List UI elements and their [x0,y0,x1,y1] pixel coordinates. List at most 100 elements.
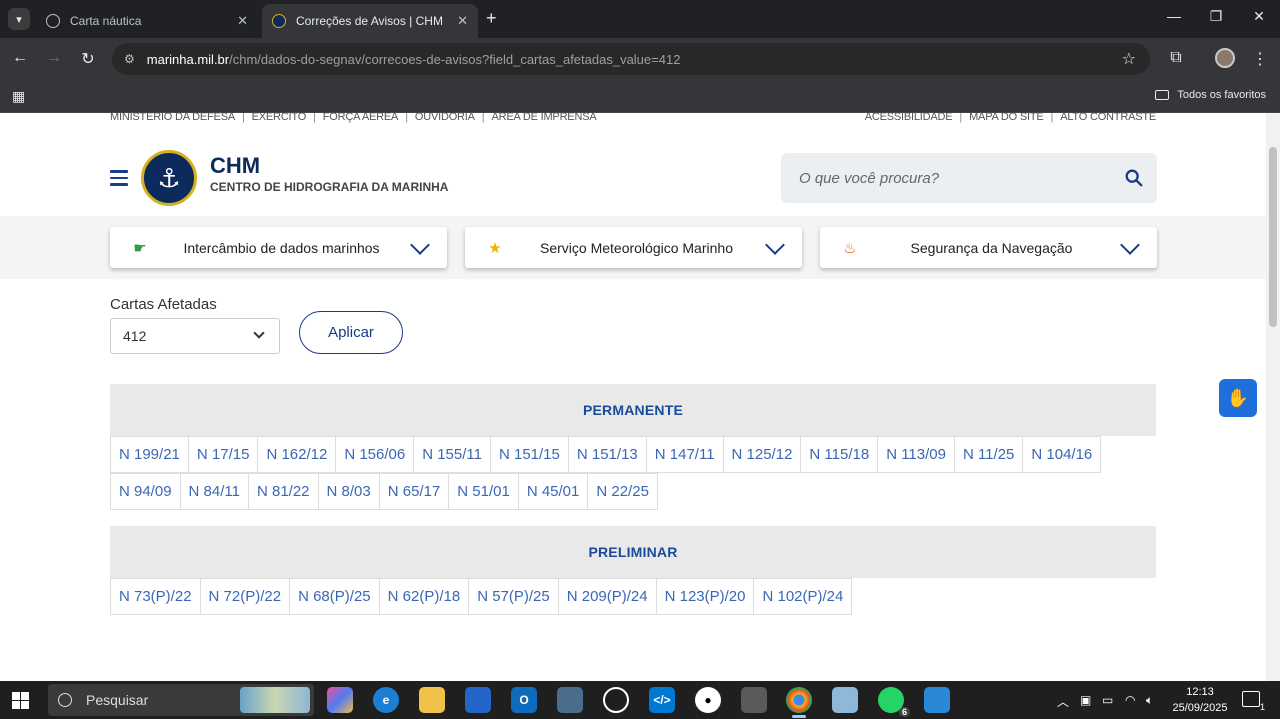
aviso-permanente-link[interactable]: N 94/09 [110,473,181,510]
taskbar-search[interactable]: Pesquisar [48,684,314,716]
gov-links: MINISTÉRIO DA DEFESA | EXÉRCITO | FORÇA AÉRE… [110,113,597,123]
extensions-icon[interactable]: ⧉ [1166,49,1186,67]
volume-icon[interactable]: 🔈︎ [1146,693,1153,708]
aviso-permanente-link[interactable]: N 22/25 [587,473,658,510]
aviso-preliminar-link[interactable]: N 68(P)/25 [289,578,380,615]
aviso-permanente-link[interactable]: N 11/25 [953,436,1024,473]
restore-icon[interactable]: ❐ [1206,8,1226,25]
aviso-permanente-link[interactable]: N 113/09 [877,436,955,473]
link-alto-contraste[interactable]: ALTO CONTRASTE [1060,113,1156,123]
scrollbar-thumb[interactable] [1269,147,1277,327]
windows-start-icon[interactable] [12,692,29,709]
aviso-permanente-link[interactable]: N 81/22 [247,473,319,510]
github-icon[interactable]: ● [695,687,721,713]
sign-language-accessibility-icon[interactable]: ✋ [1219,379,1257,417]
chm-logo-icon[interactable]: ⚓ [141,150,197,206]
nav-servico-meteorologico[interactable]: ★ Serviço Meteorológico Marinho [465,227,802,268]
link-ministerio[interactable]: MINISTÉRIO DA DEFESA [110,113,235,123]
reload-icon[interactable]: ↻ [78,49,98,69]
aviso-preliminar-link[interactable]: N 57(P)/25 [468,578,559,615]
aviso-permanente-link[interactable]: N 162/12 [257,436,337,473]
link-mapa-site[interactable]: MAPA DO SITE [969,113,1044,123]
chatgpt-icon[interactable] [603,687,629,713]
address-bar[interactable]: ⚙ marinha.mil.br/chm/dados-do-segnav/cor… [112,43,1150,75]
all-bookmarks-button[interactable]: Todos os favoritos [1155,89,1266,101]
link-forca-aerea[interactable]: FORÇA AÉREA [323,113,399,123]
clock[interactable]: 12:13 25/09/2025 [1168,684,1232,716]
page-scrollbar[interactable] [1266,113,1280,681]
minimize-icon[interactable]: — [1164,8,1184,24]
aviso-preliminar-link[interactable]: N 123(P)/20 [655,578,755,615]
calculator-icon[interactable] [557,687,583,713]
copilot-icon[interactable] [327,687,353,713]
aviso-permanente-link[interactable]: N 115/18 [800,436,879,473]
tab-correcoes-avisos[interactable]: Correções de Avisos | CHM ✕ [262,4,478,38]
link-acessibilidade[interactable]: ACESSIBILIDADE [865,113,953,123]
aviso-permanente-link[interactable]: N 155/11 [413,436,491,473]
menu-kebab-icon[interactable]: ⋮ [1250,49,1270,69]
notification-icon[interactable]: 1 [1242,691,1265,712]
site-search-input[interactable]: O que você procura? [781,153,1157,203]
aviso-permanente-link[interactable]: N 45/01 [517,473,589,510]
browser-tab-strip: ▾ Carta náutica ✕ Correções de Avisos | … [0,0,1280,38]
link-exercito[interactable]: EXÉRCITO [252,113,307,123]
nav-seguranca-navegacao[interactable]: ♨ Segurança da Navegação [820,227,1157,268]
wifi-icon[interactable]: ◠ [1125,693,1135,707]
outlook-icon[interactable]: O [511,687,537,713]
back-icon[interactable]: ← [10,49,30,67]
aviso-permanente-link[interactable]: N 125/12 [722,436,802,473]
close-tab-icon[interactable]: ✕ [457,13,468,29]
close-window-icon[interactable]: ✕ [1249,8,1269,25]
ms-store-icon[interactable] [465,687,491,713]
link-ouvidoria[interactable]: OUVIDORIA [415,113,475,123]
chm-favicon-icon [272,14,286,28]
aviso-permanente-link[interactable]: N 151/13 [567,436,647,473]
search-icon[interactable] [1123,167,1145,189]
vscode-icon[interactable]: </> [649,687,675,713]
close-tab-icon[interactable]: ✕ [237,13,248,29]
chrome-icon[interactable] [786,687,812,718]
flame-icon: ♨ [843,239,857,257]
bookmark-star-icon[interactable]: ☆ [1122,49,1136,69]
link-imprensa[interactable]: ÁREA DE IMPRENSA [491,113,596,123]
profile-avatar[interactable] [1215,48,1235,68]
aviso-preliminar-link[interactable]: N 72(P)/22 [199,578,291,615]
section-preliminar-header: PRELIMINAR [110,526,1156,578]
aviso-preliminar-link[interactable]: N 62(P)/18 [378,578,470,615]
forward-icon[interactable]: → [44,49,64,67]
tab-search-button[interactable]: ▾ [8,8,30,30]
aviso-permanente-link[interactable]: N 199/21 [110,436,189,473]
aviso-preliminar-link[interactable]: N 73(P)/22 [110,578,201,615]
whatsapp-icon[interactable]: 6 [878,687,910,717]
aviso-permanente-link[interactable]: N 51/01 [448,473,519,510]
aviso-permanente-link[interactable]: N 151/15 [489,436,569,473]
aviso-preliminar-link[interactable]: N 209(P)/24 [557,578,657,615]
apps-grid-icon[interactable]: ▦ [12,88,25,105]
cartas-afetadas-select[interactable]: 412 [110,318,280,354]
new-tab-icon[interactable]: + [486,8,497,29]
nav-label: Segurança da Navegação [910,239,1073,256]
edge-icon[interactable]: e [373,687,399,713]
nav-intercambio-dados[interactable]: ☛ Intercâmbio de dados marinhos [110,227,447,268]
aviso-permanente-link[interactable]: N 104/16 [1022,436,1102,473]
aviso-permanente-link[interactable]: N 17/15 [187,436,259,473]
notepad-icon[interactable] [832,687,858,713]
file-explorer-icon[interactable] [419,687,445,713]
hamburger-menu-icon[interactable] [110,170,128,186]
photos-icon[interactable] [741,687,767,713]
site-brand[interactable]: CHM [210,153,260,179]
site-info-icon[interactable]: ⚙ [124,52,135,66]
meet-now-icon[interactable]: ▣ [1080,693,1091,707]
aviso-permanente-link[interactable]: N 156/06 [335,436,415,473]
apply-button[interactable]: Aplicar [299,311,403,354]
chevron-up-icon[interactable]: ︿ [1057,693,1069,710]
aviso-permanente-link[interactable]: N 65/17 [378,473,450,510]
aviso-permanente-link[interactable]: N 8/03 [317,473,380,510]
aviso-permanente-link[interactable]: N 147/11 [645,436,724,473]
image-viewer-icon[interactable] [924,687,950,713]
aviso-permanente-link[interactable]: N 84/11 [179,473,249,510]
aviso-preliminar-link[interactable]: N 102(P)/24 [753,578,853,615]
pointing-hand-icon: ☛ [133,239,147,257]
battery-icon[interactable]: ▭ [1102,693,1113,707]
tab-carta-nautica[interactable]: Carta náutica ✕ [36,4,258,38]
